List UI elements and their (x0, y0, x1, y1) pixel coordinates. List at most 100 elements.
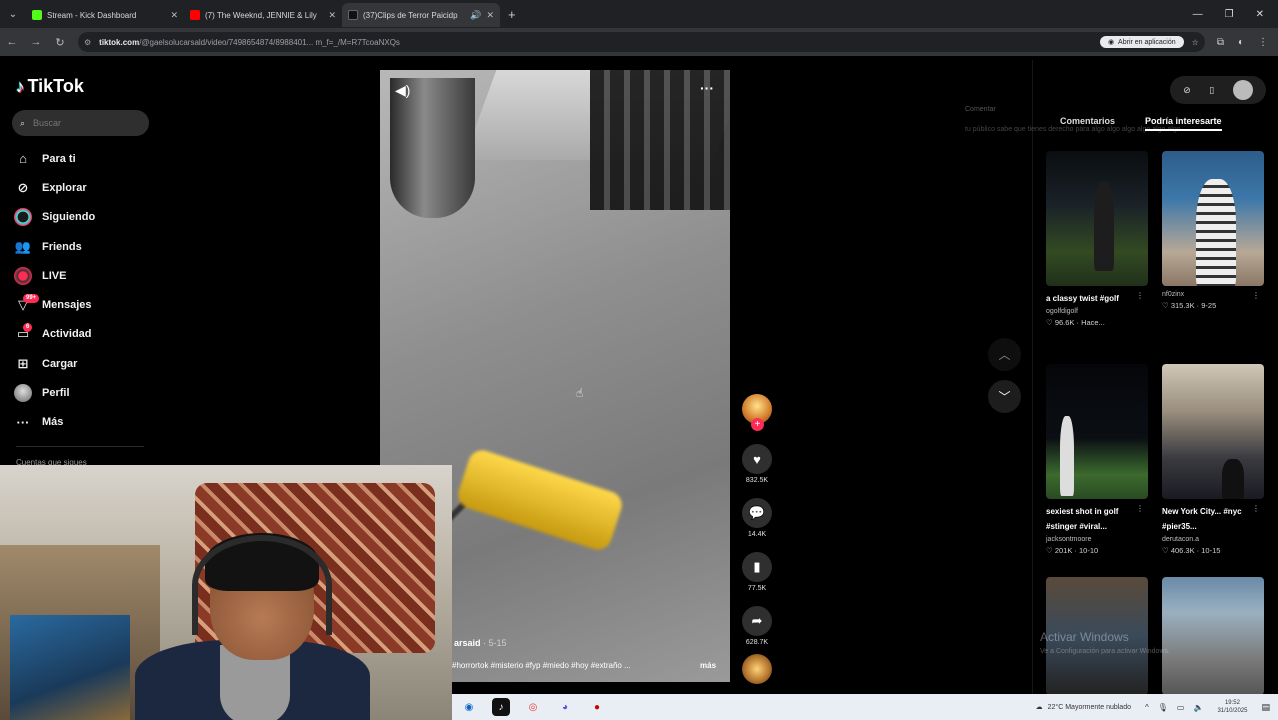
sidebar-item-live[interactable]: LIVE (14, 261, 154, 290)
volume-icon[interactable]: ◀) (395, 82, 410, 99)
share-button[interactable]: ➦ (742, 606, 772, 636)
video-card[interactable]: a classy twist #golf ⋮ ogolfdigolf ♡ 96.… (1046, 151, 1150, 364)
browser-tab-active[interactable]: (37)Clips de Terror Paicidp 🔊 ✕ (342, 3, 500, 27)
video-thumbnail[interactable] (1162, 364, 1264, 499)
restore-icon[interactable]: ❐ (1225, 9, 1234, 20)
live-icon (14, 266, 32, 285)
device-icon[interactable]: ▯ (1209, 85, 1214, 96)
video-thumbnail[interactable] (1162, 577, 1264, 695)
search-input[interactable]: ⌕ Buscar (12, 110, 149, 136)
minimize-icon[interactable]: — (1193, 9, 1203, 20)
reload-icon[interactable]: ↻ (54, 36, 66, 49)
close-window-icon[interactable]: ✕ (1256, 9, 1264, 20)
sidebar-item-para-ti[interactable]: ⌂ Para ti (14, 144, 154, 173)
video-caption[interactable]: #horrortok #misterio #fyp #miedo #hoy #e… (452, 661, 631, 670)
music-disc-icon[interactable] (742, 654, 772, 684)
caption-more-button[interactable]: más (700, 661, 716, 670)
video-card[interactable] (1162, 577, 1266, 697)
sidebar-item-explorar[interactable]: ⊘ Explorar (14, 173, 154, 202)
tab-podria-interesarte[interactable]: Podría interesarte (1145, 116, 1222, 131)
sidebar-item-cargar[interactable]: ⊞ Cargar (14, 349, 154, 378)
follow-plus-icon[interactable]: + (751, 418, 764, 431)
comment-button[interactable]: 💬 (742, 498, 772, 528)
sidebar-item-perfil[interactable]: Perfil (14, 378, 154, 407)
sidebar-item-actividad[interactable]: ▭ 6 Actividad (14, 320, 154, 349)
video-options-icon[interactable]: ··· (700, 80, 714, 96)
card-menu-icon[interactable]: ⋮ (1136, 291, 1144, 300)
card-user[interactable]: nf0zinx (1162, 291, 1266, 298)
next-video-button[interactable]: ﹀ (988, 380, 1021, 413)
video-thumbnail[interactable] (1162, 151, 1264, 286)
tab-close-icon[interactable]: ✕ (170, 10, 178, 21)
save-count: 77.5K (747, 585, 767, 592)
browser-tab[interactable]: (7) The Weeknd, JENNIE & Lily ✕ (184, 3, 342, 27)
comment-count: 14.4K (747, 531, 767, 538)
tab-audio-icon[interactable]: 🔊 (470, 10, 481, 21)
card-user[interactable]: ogolfdigolf (1046, 308, 1150, 315)
card-user[interactable]: derutacon.a (1162, 536, 1266, 543)
card-menu-icon[interactable]: ⋮ (1252, 504, 1260, 513)
tiktok-logo[interactable]: ♪ TikTok (16, 76, 84, 97)
heart-icon: ♡ (1046, 318, 1055, 327)
heart-icon: ♡ (1162, 301, 1171, 310)
video-card[interactable]: sexiest shot in golf #stinger #viral... … (1046, 364, 1150, 577)
sidebar-item-siguiendo[interactable]: Siguiendo (14, 203, 154, 232)
system-tray: ^ 🎙 ▭ 🔈 (1145, 703, 1203, 712)
upload-icon: ⊞ (17, 355, 29, 371)
like-button[interactable]: ♥ (742, 444, 772, 474)
notifications-icon[interactable]: ▤ (1261, 702, 1270, 713)
sidebar-item-mensajes[interactable]: ▽ 99+ Mensajes (14, 290, 154, 319)
tab-comentarios[interactable]: Comentarios (1060, 116, 1115, 131)
user-avatar[interactable] (1232, 80, 1253, 100)
video-thumbnail[interactable] (1046, 364, 1148, 499)
forward-icon[interactable]: → (30, 36, 42, 48)
video-card[interactable]: New York City... #nyc #pier35... ⋮ derut… (1162, 364, 1266, 577)
bookmark-star-icon[interactable]: ☆ (1192, 38, 1199, 47)
video-actions: + ♥ 832.5K 💬 14.4K ▮ 77.5K ➦ 628.7K (738, 394, 776, 684)
discord-icon[interactable]: ◕ (556, 698, 574, 716)
link-icon[interactable]: ⊘ (1183, 85, 1191, 96)
card-stats: ♡ 315.3K · 9-25 (1162, 301, 1217, 310)
profile-icon[interactable]: ◐ (1238, 37, 1244, 48)
tray-chevron-icon[interactable]: ^ (1145, 703, 1149, 712)
weather-widget[interactable]: ☁ 22°C Mayormente nublado (1036, 703, 1131, 712)
video-author[interactable]: arsaid · 5-15 (454, 638, 507, 648)
sidebar-item-mas[interactable]: ··· Más (14, 408, 154, 437)
new-tab-button[interactable]: + (500, 7, 524, 22)
taskbar-clock[interactable]: 19:52 31/10/2025 (1217, 699, 1247, 715)
save-button[interactable]: ▮ (742, 552, 772, 582)
sidebar-item-friends[interactable]: 👥 Friends (14, 232, 154, 261)
browser-tab[interactable]: Stream - Kick Dashboard ✕ (26, 3, 184, 27)
speaker-icon[interactable]: 🔈 (1193, 703, 1203, 712)
tiktok-app-icon[interactable]: ♪ (492, 698, 510, 716)
windows-activation-subtext: Ve a Configuración para activar Windows. (1040, 648, 1170, 655)
tab-close-icon[interactable]: ✕ (328, 10, 336, 21)
video-thumbnail[interactable] (1046, 151, 1148, 286)
chrome-icon[interactable]: ◎ (524, 698, 542, 716)
card-user[interactable]: jacksontmoore (1046, 536, 1150, 543)
card-menu-icon[interactable]: ⋮ (1252, 291, 1260, 300)
previous-video-button[interactable]: ︿ (988, 338, 1021, 371)
sidebar-divider (16, 446, 144, 447)
network-icon[interactable]: ▭ (1177, 703, 1185, 712)
microphone-icon[interactable]: 🎙 (1158, 703, 1168, 712)
toolbar-right: ⧉ ◐ ⋮ (1217, 37, 1272, 48)
tab-close-icon[interactable]: ✕ (486, 10, 494, 21)
open-in-app-button[interactable]: ◉ Abrir en aplicación (1099, 36, 1184, 48)
messages-badge: 99+ (23, 294, 40, 304)
video-card[interactable]: ⋮ nf0zinx ♡ 315.3K · 9-25 (1162, 151, 1266, 364)
extensions-icon[interactable]: ⧉ (1217, 37, 1224, 48)
panel-top-actions: ⊘ ▯ (1170, 76, 1266, 104)
tab-search-icon[interactable]: ⌄ (0, 0, 26, 28)
creator-avatar[interactable]: + (742, 394, 772, 431)
hand-cursor-icon: ☝ (576, 386, 584, 400)
card-menu-icon[interactable]: ⋮ (1136, 504, 1144, 513)
heart-icon: ♡ (1046, 546, 1055, 555)
address-bar[interactable]: ⚙ tiktok.com/@gaelsolucarsald/video/7498… (78, 32, 1205, 52)
edge-icon[interactable]: ◉ (460, 698, 478, 716)
following-icon (14, 208, 32, 227)
browser-menu-icon[interactable]: ⋮ (1258, 37, 1268, 48)
site-info-icon[interactable]: ⚙ (84, 38, 91, 47)
obs-icon[interactable]: ● (588, 698, 606, 716)
back-icon[interactable]: ← (6, 36, 18, 48)
